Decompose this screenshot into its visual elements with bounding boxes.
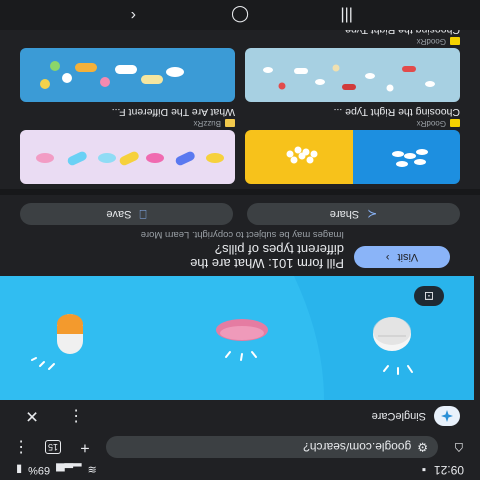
battery-percent: 69% (28, 464, 51, 476)
tab-count: 15 (45, 440, 61, 454)
visit-label: Visit (397, 251, 419, 263)
related-source: GoodRx (245, 119, 460, 128)
round-tablet (373, 317, 411, 351)
pills-illustration (0, 276, 474, 400)
related-card[interactable]: BuzzRx What Are The Different F... (20, 106, 235, 184)
goodrx-favicon (450, 119, 460, 128)
singlecare-logo (434, 406, 460, 426)
status-time: 09:21 (433, 463, 464, 477)
result-title-line2[interactable]: different types of pills? (20, 242, 344, 257)
related-thumbnail[interactable] (20, 130, 235, 184)
more-options-icon[interactable]: ⋮ (64, 406, 88, 426)
action-buttons: ≺ Share ⎕ Save (20, 203, 460, 225)
capsule-pill (57, 314, 83, 354)
site-settings-icon[interactable]: ⚙ (417, 440, 428, 454)
related-images-grid: GoodRx Choosing the Right Type ... BuzzR… (20, 24, 460, 184)
share-button[interactable]: ≺ Share (247, 203, 460, 225)
section-divider (0, 189, 480, 195)
close-icon[interactable]: ✕ (20, 406, 44, 426)
result-title-line1[interactable]: Pill form 101: What are the (20, 256, 344, 271)
tab-switcher-button[interactable]: 15 (42, 436, 64, 458)
recents-icon[interactable]: ||| (332, 6, 362, 24)
related-title[interactable]: Choosing the Right Type ... (245, 106, 460, 118)
result-title-row: Visit › Pill form 101: What are the diff… (20, 229, 460, 271)
share-icon: ≺ (367, 207, 378, 221)
related-card[interactable] (20, 24, 235, 102)
browser-toolbar: ⌂ ⚙ google.com/search? + 15 ⋮ (0, 434, 480, 460)
home-nav-icon[interactable]: ◯ (225, 5, 255, 25)
related-source: BuzzRx (20, 119, 235, 128)
related-card[interactable]: GoodRx Choosing the Right Type ... (245, 24, 460, 102)
save-button[interactable]: ⎕ Save (20, 203, 233, 225)
bookmark-icon: ⎕ (139, 207, 147, 222)
hero-image[interactable] (0, 276, 474, 400)
back-icon[interactable]: ‹ (118, 6, 148, 24)
visit-button[interactable]: Visit › (354, 246, 450, 268)
buzzrx-favicon (225, 119, 235, 128)
share-label: Share (329, 208, 360, 220)
wifi-icon: ≋ (87, 463, 97, 476)
lens-button[interactable]: ⊡ (414, 286, 444, 306)
save-label: Save (106, 208, 132, 220)
url-text: google.com/search? (303, 440, 412, 454)
related-card[interactable]: GoodRx Choosing the Right Type ... (245, 106, 460, 184)
related-thumbnail[interactable] (245, 130, 460, 184)
google-lens-icon: ⊡ (423, 289, 435, 303)
status-bar: 09:21 ▪ ≋ ▂▃▅ 69% ▮ (0, 460, 480, 480)
system-nav-bar: ||| ◯ ‹ (0, 0, 480, 30)
plus-icon[interactable]: + (74, 436, 96, 458)
copyright-notice: Images may be subject to copyright. Lear… (140, 229, 344, 240)
battery-icon: ▮ (16, 463, 23, 476)
signal-icon: ▂▃▅ (56, 463, 82, 476)
more-vert-icon[interactable]: ⋮ (10, 436, 32, 458)
goodrx-favicon (450, 37, 460, 46)
related-source: GoodRx (245, 37, 460, 46)
related-thumbnail[interactable] (245, 48, 460, 102)
notification-icon: ▪ (421, 463, 426, 477)
related-thumbnail[interactable] (20, 48, 235, 102)
source-name: SingleCare (371, 410, 426, 422)
chevron-right-icon: › (385, 251, 390, 263)
home-icon[interactable]: ⌂ (448, 436, 470, 458)
url-bar[interactable]: ⚙ google.com/search? (106, 436, 438, 458)
source-header: SingleCare ⋮ ✕ (0, 402, 480, 430)
pink-pill (216, 319, 268, 341)
related-title[interactable]: What Are The Different F... (20, 106, 235, 118)
